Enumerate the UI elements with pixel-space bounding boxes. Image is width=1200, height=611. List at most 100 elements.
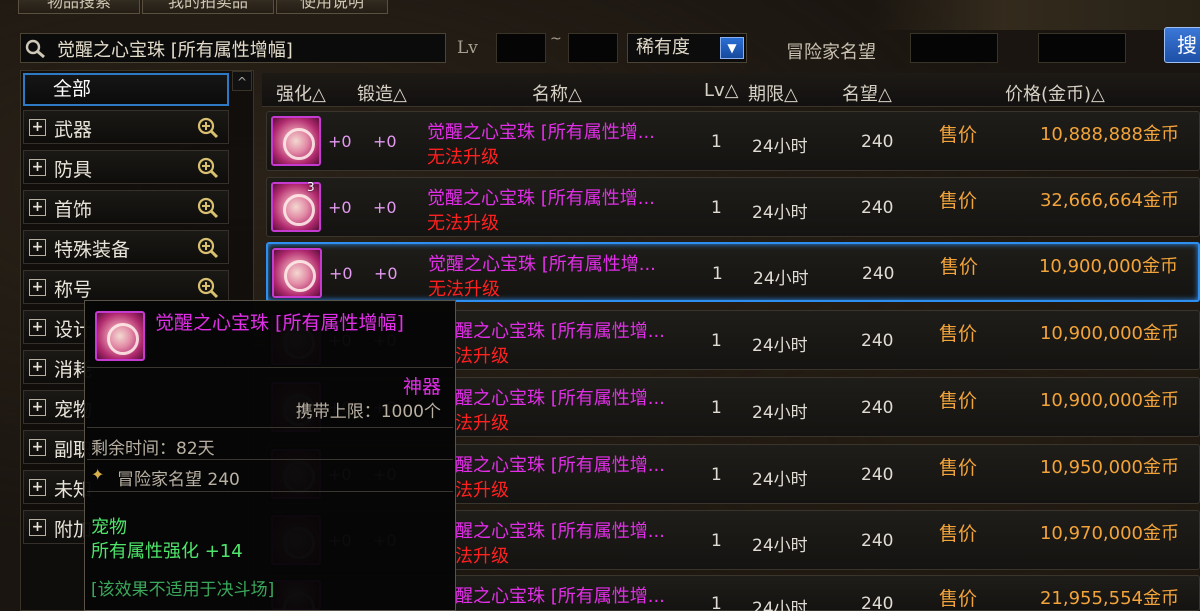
lv-max-input[interactable] (568, 33, 618, 63)
category-special-equipment[interactable]: + 特殊装备 (23, 230, 229, 264)
expand-icon[interactable]: + (29, 359, 46, 376)
category-label: 防具 (54, 159, 93, 181)
item-lv: 1 (711, 132, 722, 152)
item-lv: 1 (711, 198, 722, 218)
sort-duration-header[interactable]: 期限△ (748, 80, 798, 106)
expand-icon[interactable]: + (29, 479, 46, 496)
expand-icon[interactable]: + (29, 319, 46, 336)
tab-item-search[interactable]: 物品搜索 (18, 0, 140, 14)
expand-icon[interactable]: + (29, 199, 46, 216)
enhance-value: +0 (328, 132, 352, 151)
item-duration: 24小时 (752, 137, 808, 157)
expand-icon[interactable]: + (29, 239, 46, 256)
tooltip-grade: 神器 (402, 376, 441, 398)
item-tooltip: 觉醒之心宝珠 [所有属性增幅] 神器 携带上限：1000个 剩余时间：82天 ✦… (84, 300, 456, 611)
upgrade-status: 法升级 (455, 346, 509, 367)
forge-value: +0 (373, 198, 397, 217)
item-lv: 1 (711, 398, 722, 418)
sort-enhance-header[interactable]: 强化△ (276, 80, 326, 106)
item-fame: 240 (862, 264, 895, 284)
fame-max-input[interactable] (1038, 33, 1126, 63)
item-lv: 1 (711, 331, 722, 351)
zoom-in-icon[interactable] (196, 156, 220, 180)
lv-min-input[interactable] (496, 33, 546, 63)
item-price: 10,950,000金币 (1039, 457, 1179, 478)
expand-icon[interactable]: + (29, 119, 46, 136)
sell-label: 售价 (939, 124, 978, 146)
expand-icon[interactable]: + (29, 519, 46, 536)
item-price: 10,900,000金币 (1039, 390, 1179, 411)
expand-icon[interactable]: + (29, 279, 46, 296)
tooltip-title: 觉醒之心宝珠 [所有属性增幅] (155, 312, 404, 334)
zoom-in-icon[interactable] (196, 196, 220, 220)
item-fame: 240 (861, 531, 894, 551)
sort-price-header[interactable]: 价格(金币)△ (1005, 80, 1105, 106)
item-name: 觉醒之心宝珠 [所有属性增... (427, 122, 655, 143)
category-accessory[interactable]: + 首饰 (23, 190, 229, 224)
item-duration: 24小时 (752, 599, 808, 611)
orb-item-icon (271, 116, 321, 166)
fame-crest-icon: ✦ (91, 465, 105, 484)
sort-name-header[interactable]: 名称△ (532, 80, 582, 106)
sell-label: 售价 (939, 190, 978, 212)
expand-icon[interactable]: + (29, 159, 46, 176)
rarity-select[interactable]: 稀有度 ▼ (627, 33, 747, 63)
item-price: 10,900,000金币 (1038, 256, 1178, 277)
sell-label: 售价 (939, 588, 978, 610)
search-button[interactable]: 搜 (1164, 27, 1200, 63)
expand-icon[interactable]: + (29, 399, 46, 416)
item-fame: 240 (861, 398, 894, 418)
scroll-up-icon[interactable]: ^ (232, 71, 252, 91)
item-name: 醒之心宝珠 [所有属性增... (455, 521, 665, 542)
chevron-down-icon[interactable]: ▼ (720, 37, 744, 59)
zoom-in-icon[interactable] (196, 236, 220, 260)
item-price: 10,970,000金币 (1039, 523, 1179, 544)
forge-value: +0 (373, 132, 397, 151)
category-label: 称号 (54, 279, 93, 301)
item-lv: 1 (711, 531, 722, 551)
item-lv: 1 (711, 594, 722, 611)
zoom-in-icon[interactable] (196, 116, 220, 140)
search-box[interactable] (20, 33, 446, 63)
category-weapon[interactable]: + 武器 (23, 110, 229, 144)
category-label: 特殊装备 (54, 239, 131, 261)
sell-label: 售价 (939, 323, 978, 345)
tooltip-remaining-time: 剩余时间：82天 (91, 439, 215, 459)
upgrade-status: 无法升级 (427, 213, 499, 234)
tooltip-stat: 所有属性强化 +14 (91, 541, 243, 562)
item-name: 醒之心宝珠 [所有属性增... (455, 586, 665, 607)
item-fame: 240 (861, 331, 894, 351)
sort-fame-header[interactable]: 名望△ (842, 80, 892, 106)
upgrade-status: 无法升级 (427, 147, 499, 168)
item-duration: 24小时 (753, 269, 809, 289)
table-row[interactable]: +0 +0 觉醒之心宝珠 [所有属性增... 无法升级 1 24小时 240 售… (266, 111, 1200, 171)
item-fame: 240 (861, 198, 894, 218)
sort-forge-header[interactable]: 锻造△ (357, 80, 407, 106)
item-duration: 24小时 (752, 203, 808, 223)
item-duration: 24小时 (752, 536, 808, 556)
item-name: 醒之心宝珠 [所有属性增... (455, 455, 665, 476)
expand-icon[interactable]: + (29, 439, 46, 456)
tab-my-auctions[interactable]: 我的拍卖品 (142, 0, 274, 14)
upgrade-status: 法升级 (455, 546, 509, 567)
category-armor[interactable]: + 防具 (23, 150, 229, 184)
tooltip-note: [该效果不适用于决斗场] (91, 580, 275, 600)
zoom-in-icon[interactable] (196, 276, 220, 300)
category-label: 首饰 (54, 199, 93, 221)
sort-lv-header[interactable]: Lv△ (704, 80, 739, 101)
search-input[interactable] (57, 37, 441, 61)
category-title[interactable]: + 称号 (23, 270, 229, 304)
table-row[interactable]: 3 +0 +0 觉醒之心宝珠 [所有属性增... 无法升级 1 24小时 240… (266, 177, 1200, 237)
lv-range-separator: ~ (550, 31, 562, 47)
item-fame: 240 (861, 132, 894, 152)
rarity-label: 稀有度 (636, 37, 690, 58)
fame-min-input[interactable] (910, 33, 998, 63)
tooltip-pet: 宠物 (91, 517, 127, 538)
category-all[interactable]: 全部 (23, 73, 229, 106)
item-lv: 1 (712, 264, 723, 284)
table-row-selected[interactable]: +0 +0 觉醒之心宝珠 [所有属性增... 无法升级 1 24小时 240 售… (266, 242, 1200, 302)
tooltip-carry-limit: 携带上限：1000个 (295, 402, 441, 422)
sell-label: 售价 (939, 390, 978, 412)
tab-instructions[interactable]: 使用说明 (276, 0, 388, 14)
item-price: 10,888,888金币 (1039, 124, 1179, 145)
